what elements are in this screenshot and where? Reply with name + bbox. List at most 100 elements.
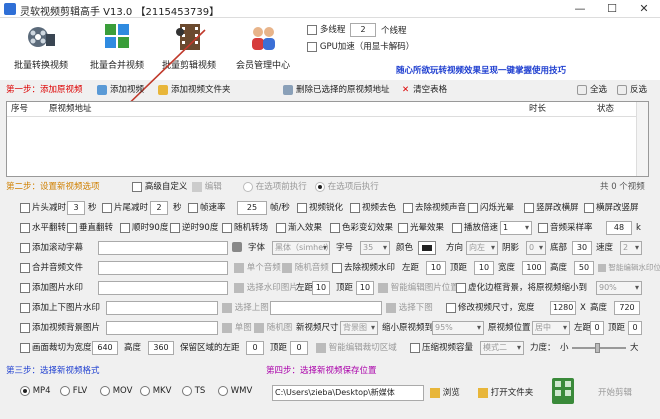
add-video-button[interactable]: 添加视频 bbox=[97, 84, 144, 96]
open-folder-button[interactable]: 打开文件夹 bbox=[478, 387, 533, 399]
single-audio-button[interactable]: 单个音频 bbox=[234, 262, 281, 274]
format-flv-radio[interactable]: FLV bbox=[60, 385, 87, 397]
landscape-portrait-checkbox[interactable] bbox=[584, 203, 594, 213]
gpu-checkbox[interactable] bbox=[307, 41, 317, 52]
merge-audio-checkbox[interactable] bbox=[20, 263, 30, 273]
new-size-select[interactable]: 背景图 bbox=[340, 321, 378, 335]
blur-scale-select[interactable]: 90% bbox=[596, 281, 642, 295]
head-cut-checkbox[interactable] bbox=[20, 203, 30, 213]
choose-bottom-button[interactable]: 选择下图 bbox=[386, 302, 433, 314]
fade-checkbox[interactable] bbox=[276, 223, 286, 233]
framerate-input[interactable]: 25 bbox=[237, 201, 267, 215]
head-cut-input[interactable]: 3 bbox=[67, 201, 85, 215]
format-mp4-radio[interactable]: MP4 bbox=[20, 385, 51, 397]
image-wm-checkbox[interactable] bbox=[20, 283, 30, 293]
left-input[interactable]: 0 bbox=[590, 321, 604, 335]
smart-crop-button[interactable]: 智能编辑裁切区域 bbox=[316, 342, 397, 354]
height-input[interactable]: 720 bbox=[614, 301, 640, 315]
smart-img-button[interactable]: 智能编辑图片位置 bbox=[378, 282, 459, 294]
choose-top-button[interactable]: 选择上图 bbox=[222, 302, 269, 314]
shadow-select[interactable]: 0 bbox=[526, 241, 546, 255]
rot90cw-checkbox[interactable] bbox=[120, 223, 130, 233]
thread-count-input[interactable]: 2 bbox=[350, 23, 376, 37]
bottom-input[interactable]: 30 bbox=[572, 241, 592, 255]
rot90ccw-checkbox[interactable] bbox=[170, 223, 180, 233]
remove-audio-checkbox[interactable] bbox=[403, 203, 413, 213]
table-scrollbar[interactable] bbox=[636, 102, 648, 176]
format-mov-radio[interactable]: MOV bbox=[100, 385, 132, 397]
single-image-button[interactable]: 单图 bbox=[222, 322, 252, 334]
format-wmv-radio[interactable]: WMV bbox=[218, 385, 252, 397]
delete-selected-button[interactable]: 删除已选择的原视频地址 bbox=[283, 84, 390, 96]
top-input[interactable]: 10 bbox=[356, 281, 374, 295]
slogan-link[interactable]: 随心所欲玩转视频效果呈现一键掌握使用技巧 bbox=[396, 65, 566, 77]
position-select[interactable]: 居中 bbox=[532, 321, 570, 335]
bg-image-checkbox[interactable] bbox=[20, 323, 30, 333]
modify-size-checkbox[interactable] bbox=[446, 303, 456, 313]
crop-width-input[interactable]: 640 bbox=[92, 341, 118, 355]
multithread-checkbox[interactable] bbox=[307, 24, 317, 35]
top-input[interactable]: 0 bbox=[290, 341, 308, 355]
speed-checkbox[interactable] bbox=[452, 223, 462, 233]
start-edit-button[interactable]: 开始剪辑 bbox=[598, 387, 632, 399]
scroll-speed-select[interactable]: 2 bbox=[620, 241, 642, 255]
crop-height-input[interactable]: 360 bbox=[148, 341, 174, 355]
color-picker[interactable] bbox=[418, 241, 436, 255]
samplerate-checkbox[interactable] bbox=[538, 223, 548, 233]
keep-left-input[interactable]: 0 bbox=[246, 341, 264, 355]
crop-checkbox[interactable] bbox=[20, 343, 30, 353]
caption-edit-icon[interactable] bbox=[232, 242, 242, 252]
audio-file-input[interactable] bbox=[98, 261, 228, 275]
bg-image-input[interactable] bbox=[106, 321, 218, 335]
scroll-caption-input[interactable] bbox=[98, 241, 228, 255]
random-image-button[interactable]: 随机图 bbox=[254, 322, 292, 334]
minimize-button[interactable]: — bbox=[564, 0, 596, 18]
top-image-input[interactable] bbox=[106, 301, 218, 315]
left-input[interactable]: 10 bbox=[312, 281, 330, 295]
height-input[interactable]: 50 bbox=[574, 261, 594, 275]
blur-bg-checkbox[interactable] bbox=[456, 283, 466, 293]
select-all-button[interactable]: 全选 bbox=[577, 84, 607, 96]
strength-slider-thumb[interactable] bbox=[595, 343, 600, 353]
after-exec-radio[interactable]: 在选项后执行 bbox=[315, 181, 379, 193]
top-input[interactable]: 10 bbox=[474, 261, 494, 275]
font-select[interactable]: 黑体（simhei） bbox=[272, 241, 330, 255]
image-wm-input[interactable] bbox=[98, 281, 228, 295]
member-center-button[interactable]: 会员管理中心 bbox=[226, 22, 300, 78]
save-path-input[interactable]: C:\Users\zieba\Desktop\新媒体 bbox=[272, 385, 424, 401]
color-change-checkbox[interactable] bbox=[330, 223, 340, 233]
light-checkbox[interactable] bbox=[398, 223, 408, 233]
random-trans-checkbox[interactable] bbox=[222, 223, 232, 233]
bottom-image-input[interactable] bbox=[270, 301, 382, 315]
left-input[interactable]: 10 bbox=[426, 261, 446, 275]
font-size-select[interactable]: 35 bbox=[360, 241, 390, 255]
invert-button[interactable]: 反选 bbox=[617, 84, 647, 96]
flash-checkbox[interactable] bbox=[468, 203, 478, 213]
advanced-checkbox[interactable] bbox=[132, 181, 142, 192]
browse-button[interactable]: 浏览 bbox=[430, 387, 460, 399]
vertical-split-checkbox[interactable] bbox=[524, 203, 534, 213]
top-input[interactable]: 0 bbox=[628, 321, 642, 335]
compress-checkbox[interactable] bbox=[410, 343, 420, 353]
video-table[interactable]: 序号 原视频地址 时长 状态 bbox=[6, 101, 649, 177]
smart-wm-button[interactable]: 智能编辑水印位置 bbox=[598, 262, 660, 274]
width-input[interactable]: 1280 bbox=[550, 301, 576, 315]
format-mkv-radio[interactable]: MKV bbox=[140, 385, 171, 397]
direction-select[interactable]: 向左 bbox=[466, 241, 498, 255]
hflip-checkbox[interactable] bbox=[20, 223, 30, 233]
scroll-caption-checkbox[interactable] bbox=[20, 243, 30, 253]
shrink-select[interactable]: 95% bbox=[432, 321, 484, 335]
before-exec-radio[interactable]: 在选项前执行 bbox=[243, 181, 307, 193]
compress-mode-select[interactable]: 模式二 bbox=[480, 341, 524, 355]
clear-table-button[interactable]: ✕ 清空表格 bbox=[402, 84, 447, 96]
close-button[interactable]: ✕ bbox=[628, 0, 660, 18]
start-edit-icon[interactable] bbox=[552, 378, 574, 404]
batch-convert-button[interactable]: 批量转换视频 bbox=[4, 22, 78, 78]
vflip-checkbox[interactable] bbox=[67, 223, 77, 233]
tail-cut-input[interactable]: 2 bbox=[150, 201, 168, 215]
speed-select[interactable]: 1 bbox=[500, 221, 532, 235]
samplerate-input[interactable]: 48 bbox=[606, 221, 632, 235]
edit-button[interactable]: 编辑 bbox=[192, 181, 222, 193]
decolor-checkbox[interactable] bbox=[350, 203, 360, 213]
maximize-button[interactable]: ☐ bbox=[596, 0, 628, 18]
